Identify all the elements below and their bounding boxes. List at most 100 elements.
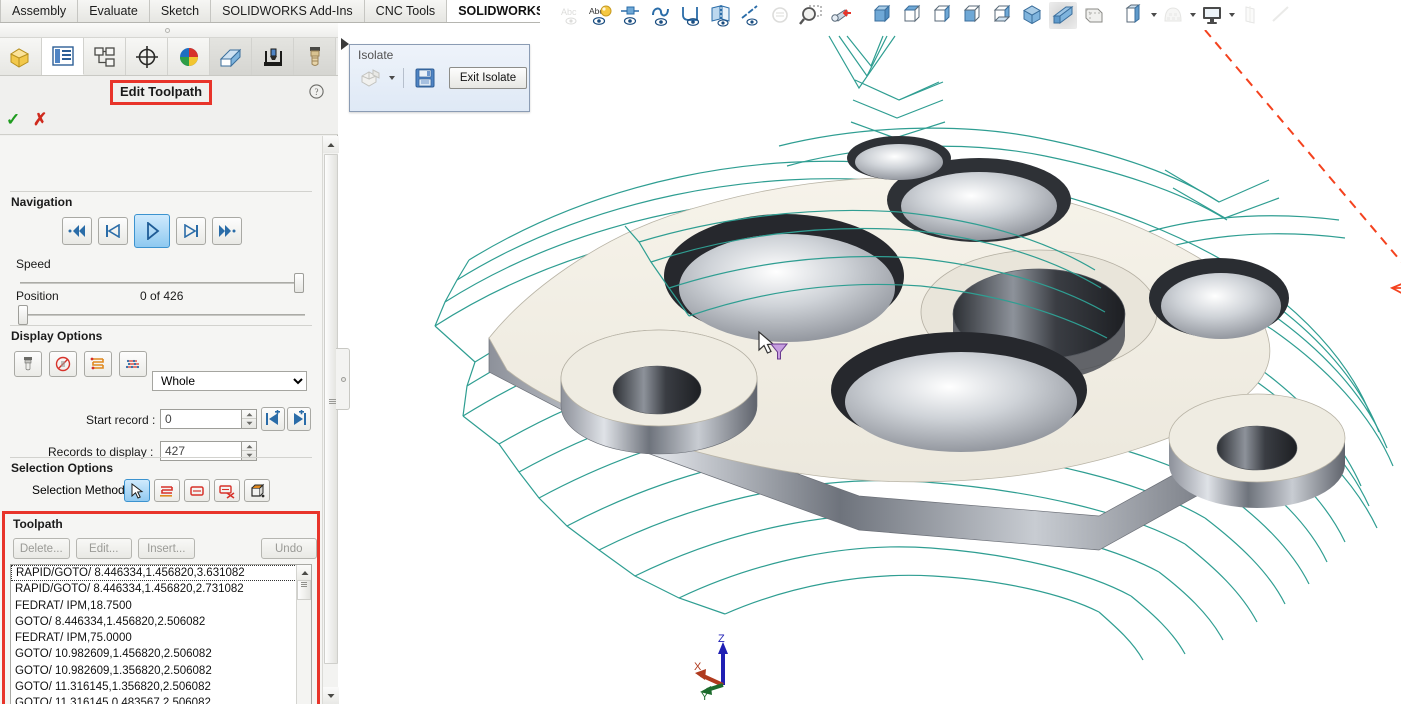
select-by-feature-button[interactable] bbox=[244, 479, 270, 502]
cam-feature-tree-icon[interactable] bbox=[210, 38, 252, 75]
select-pointer-button[interactable] bbox=[124, 479, 150, 502]
hide-show-items-icon[interactable]: Abc bbox=[558, 2, 586, 29]
full-screen-icon[interactable] bbox=[1237, 2, 1265, 29]
property-manager-scrollbar[interactable] bbox=[322, 136, 339, 704]
display-mode-select[interactable]: Whole bbox=[152, 371, 307, 391]
list-item[interactable]: GOTO/ 11.316145,0.483567,2.506082 bbox=[11, 695, 297, 704]
view-orientation-left-icon[interactable] bbox=[959, 2, 987, 29]
scrollbar-thumb-grip bbox=[329, 399, 336, 405]
display-manager-icon[interactable] bbox=[168, 38, 210, 75]
position-slider-track[interactable] bbox=[20, 314, 305, 316]
zoom-to-area-icon[interactable] bbox=[798, 2, 826, 29]
check-icon[interactable]: ✓ bbox=[6, 110, 20, 130]
list-item[interactable]: GOTO/ 10.982609,1.456820,2.506082 bbox=[11, 646, 297, 662]
list-item[interactable]: GOTO/ 8.446334,1.456820,2.506082 bbox=[11, 614, 297, 630]
tab-solidworks-add-ins[interactable]: SOLIDWORKS Add-Ins bbox=[211, 0, 365, 22]
cam-tool-tree-icon[interactable] bbox=[294, 38, 336, 75]
view-orientation-front-icon[interactable] bbox=[869, 2, 897, 29]
view-3d-sketches-icon[interactable] bbox=[648, 2, 676, 29]
save-icon[interactable] bbox=[412, 66, 438, 90]
show-tool-holder-button[interactable] bbox=[49, 351, 77, 377]
list-item[interactable]: FEDRAT/ IPM,18.7500 bbox=[11, 598, 297, 614]
select-window-button[interactable] bbox=[184, 479, 210, 502]
page-title: Edit Toolpath bbox=[110, 80, 213, 105]
toolpath-list-scrollbar[interactable] bbox=[296, 565, 311, 704]
view-orientation-top-icon[interactable] bbox=[899, 2, 927, 29]
jump-to-end-icon[interactable] bbox=[287, 407, 311, 431]
panel-splitter-handle[interactable] bbox=[336, 348, 350, 410]
toolpath-record-list[interactable]: RAPID/GOTO/ 8.446334,1.456820,3.631082 R… bbox=[10, 564, 312, 704]
list-item[interactable]: RAPID/GOTO/ 8.446334,1.456820,3.631082 bbox=[11, 565, 297, 582]
start-record-increment[interactable] bbox=[242, 410, 256, 419]
tab-cnc-tools[interactable]: CNC Tools bbox=[364, 0, 448, 22]
records-increment[interactable] bbox=[242, 442, 256, 451]
display-style-hidden-lines-icon[interactable] bbox=[1079, 2, 1107, 29]
speed-slider-track[interactable] bbox=[20, 282, 302, 284]
isolate-controls-row: Exit Isolate bbox=[350, 62, 529, 90]
scroll-up-button[interactable] bbox=[323, 136, 339, 153]
show-tool-button[interactable] bbox=[14, 351, 42, 377]
step-forward-button[interactable] bbox=[176, 217, 206, 245]
view-temporary-axes-icon[interactable] bbox=[768, 2, 796, 29]
previous-view-icon[interactable] bbox=[828, 2, 856, 29]
select-path-button[interactable] bbox=[154, 479, 180, 502]
measure-icon[interactable] bbox=[1267, 2, 1295, 29]
dim-xpert-manager-icon[interactable] bbox=[126, 38, 168, 75]
isolate-part-icon[interactable] bbox=[358, 66, 383, 90]
tab-assembly[interactable]: Assembly bbox=[0, 0, 79, 22]
view-orientation-iso-icon[interactable] bbox=[1019, 2, 1047, 29]
display-manager-icon[interactable] bbox=[1198, 2, 1226, 29]
edit-button[interactable]: Edit... bbox=[75, 538, 132, 559]
view-routing-points-icon[interactable] bbox=[678, 2, 706, 29]
svg-text:Abc: Abc bbox=[561, 7, 577, 17]
exit-isolate-button[interactable]: Exit Isolate bbox=[449, 67, 527, 89]
step-forward-fast-button[interactable] bbox=[212, 217, 242, 245]
triad-z-label: Z bbox=[718, 633, 725, 645]
jump-to-start-icon[interactable] bbox=[261, 407, 285, 431]
view-orientation-right-icon[interactable] bbox=[929, 2, 957, 29]
view-settings-icon[interactable] bbox=[1159, 2, 1187, 29]
chevron-down-icon-display-manager[interactable] bbox=[1229, 13, 1235, 17]
isolate-dropdown-caret-icon[interactable] bbox=[389, 76, 395, 80]
undo-button[interactable]: Undo bbox=[260, 538, 317, 559]
display-style-shaded-edges-icon[interactable] bbox=[1049, 1, 1077, 29]
show-toolpath-points-button[interactable] bbox=[119, 351, 147, 377]
insert-button[interactable]: Insert... bbox=[138, 538, 195, 559]
apply-scene-icon[interactable] bbox=[1120, 2, 1148, 29]
chevron-down-icon-scene[interactable] bbox=[1151, 13, 1157, 17]
list-item[interactable]: GOTO/ 10.982609,1.356820,2.506082 bbox=[11, 663, 297, 679]
play-button[interactable] bbox=[134, 214, 170, 248]
toolpath-scroll-up-button[interactable] bbox=[297, 565, 311, 580]
panel-grip-icon[interactable] bbox=[165, 28, 170, 33]
start-record-input[interactable]: 0 bbox=[160, 409, 242, 429]
view-orientation-back-icon[interactable] bbox=[989, 2, 1017, 29]
step-back-fast-button[interactable] bbox=[62, 217, 92, 245]
toolpath-scrollbar-thumb[interactable] bbox=[297, 580, 311, 600]
view-triad: Z X Y bbox=[691, 630, 761, 703]
view-sketches-icon[interactable]: Abc bbox=[588, 2, 616, 29]
tab-evaluate[interactable]: Evaluate bbox=[78, 0, 150, 22]
start-record-decrement[interactable] bbox=[242, 419, 256, 428]
tab-sketch[interactable]: Sketch bbox=[149, 0, 212, 22]
view-axes-icon[interactable] bbox=[738, 2, 766, 29]
feature-manager-tree-icon[interactable] bbox=[0, 38, 42, 75]
show-toolpath-button[interactable] bbox=[84, 351, 112, 377]
configuration-manager-icon[interactable] bbox=[84, 38, 126, 75]
list-item[interactable]: GOTO/ 11.316145,1.356820,2.506082 bbox=[11, 679, 297, 695]
property-manager-icon[interactable] bbox=[42, 38, 84, 75]
view-planes-icon[interactable] bbox=[708, 2, 736, 29]
delete-button[interactable]: Delete... bbox=[13, 538, 70, 559]
start-record-stepper[interactable] bbox=[242, 409, 257, 429]
list-item[interactable]: RAPID/GOTO/ 8.446334,1.456820,2.731082 bbox=[11, 581, 297, 597]
scroll-down-button[interactable] bbox=[323, 687, 339, 704]
help-icon[interactable]: ? bbox=[309, 84, 324, 102]
cam-operation-tree-icon[interactable] bbox=[252, 38, 294, 75]
graphics-viewport[interactable]: Z X Y bbox=[339, 30, 1401, 704]
toolpath-thumb-grip bbox=[298, 582, 310, 587]
cross-icon[interactable]: ✗ bbox=[33, 110, 47, 130]
deselect-button[interactable] bbox=[214, 479, 240, 502]
view-sketch-relations-icon[interactable] bbox=[618, 2, 646, 29]
step-back-button[interactable] bbox=[98, 217, 128, 245]
chevron-down-icon-view-settings[interactable] bbox=[1190, 13, 1196, 17]
list-item[interactable]: FEDRAT/ IPM,75.0000 bbox=[11, 630, 297, 646]
